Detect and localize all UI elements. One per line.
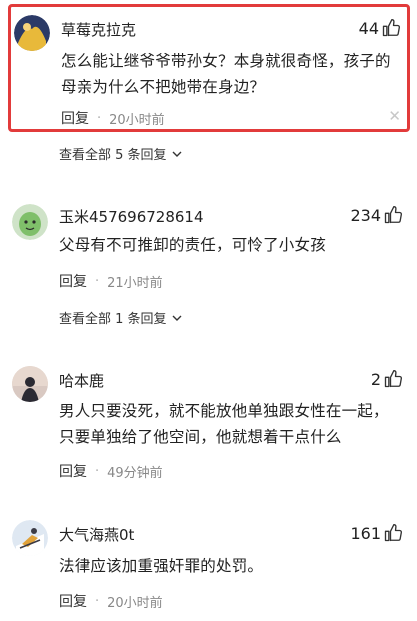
like-count-value: 234 [350,205,381,225]
like-count-value: 161 [350,523,381,543]
chevron-down-icon [172,315,182,321]
comment-meta: 回复 · 20小时前 [61,108,165,128]
reply-button[interactable]: 回复 [61,108,89,128]
view-all-replies-link[interactable]: 查看全部 5 条回复 [59,144,183,163]
thumbs-up-icon[interactable] [381,18,401,38]
reply-button[interactable]: 回复 [59,271,87,291]
close-icon[interactable]: ✕ [388,107,401,125]
comment-text: 法律应该加重强奸罪的处罚。 [59,557,264,575]
comment-item: 大气海燕0t 161 法律应该加重强奸罪的处罚。 回复 · 20小时前 [0,516,417,616]
comment-text: 男人只要没死，就不能放他单独跟女性在一起， 只要单独给了他空间，他就想着干点什么 [59,398,404,450]
timestamp: 20小时前 [109,112,165,128]
separator-dot: · [95,463,100,479]
comment-text-line: 男人只要没死，就不能放他单独跟女性在一起， [59,402,389,420]
avatar[interactable] [14,15,50,51]
like-count-value: 44 [358,18,379,38]
comment-text: 父母有不可推卸的责任，可怜了小女孩 [59,236,326,254]
like-count[interactable]: 2 [371,369,403,389]
separator-dot: · [95,273,100,289]
reply-button[interactable]: 回复 [59,461,87,481]
comment-meta: 回复 · 20小时前 [59,591,163,611]
avatar[interactable] [12,366,48,402]
comment-text: 怎么能让继爷爷带孙女？本身就很奇怪，孩子的 母亲为什么不把她带在身边？ [61,48,406,100]
avatar[interactable] [12,204,48,240]
separator-dot: · [95,593,100,609]
comment-text-line: 只要单独给了他空间，他就想着干点什么 [59,428,342,446]
timestamp: 49分钟前 [107,465,163,481]
view-all-replies-label: 查看全部 1 条回复 [59,312,167,327]
thumbs-up-icon[interactable] [383,369,403,389]
username[interactable]: 草莓克拉克 [61,19,136,40]
comment-item-highlighted: 草莓克拉克 44 怎么能让继爷爷带孙女？本身就很奇怪，孩子的 母亲为什么不把她带… [8,4,410,132]
comment-meta: 回复 · 49分钟前 [59,461,163,481]
comment-text-line: 怎么能让继爷爷带孙女？本身就很奇怪，孩子的 [61,52,391,70]
avatar[interactable] [12,520,48,556]
comment-item: 哈本鹿 2 男人只要没死，就不能放他单独跟女性在一起， 只要单独给了他空间，他就… [0,362,417,486]
like-count[interactable]: 161 [350,523,403,543]
view-all-replies-link[interactable]: 查看全部 1 条回复 [59,308,183,327]
username[interactable]: 哈本鹿 [59,370,104,391]
like-count[interactable]: 44 [359,18,401,38]
timestamp: 20小时前 [107,595,163,611]
thumbs-up-icon[interactable] [383,205,403,225]
comment-text-line: 母亲为什么不把她带在身边？ [61,78,266,96]
username[interactable]: 玉米457696728614 [59,206,204,227]
comment-meta: 回复 · 21小时前 [59,271,163,291]
thumbs-up-icon[interactable] [383,523,403,543]
comment-item: 玉米457696728614 234 父母有不可推卸的责任，可怜了小女孩 回复 … [0,196,417,296]
separator-dot: · [97,110,102,126]
like-count[interactable]: 234 [350,205,403,225]
like-count-value: 2 [370,369,381,389]
username[interactable]: 大气海燕0t [59,524,134,545]
reply-button[interactable]: 回复 [59,591,87,611]
view-all-replies-label: 查看全部 5 条回复 [59,148,167,163]
chevron-down-icon [172,151,182,157]
timestamp: 21小时前 [107,275,163,291]
